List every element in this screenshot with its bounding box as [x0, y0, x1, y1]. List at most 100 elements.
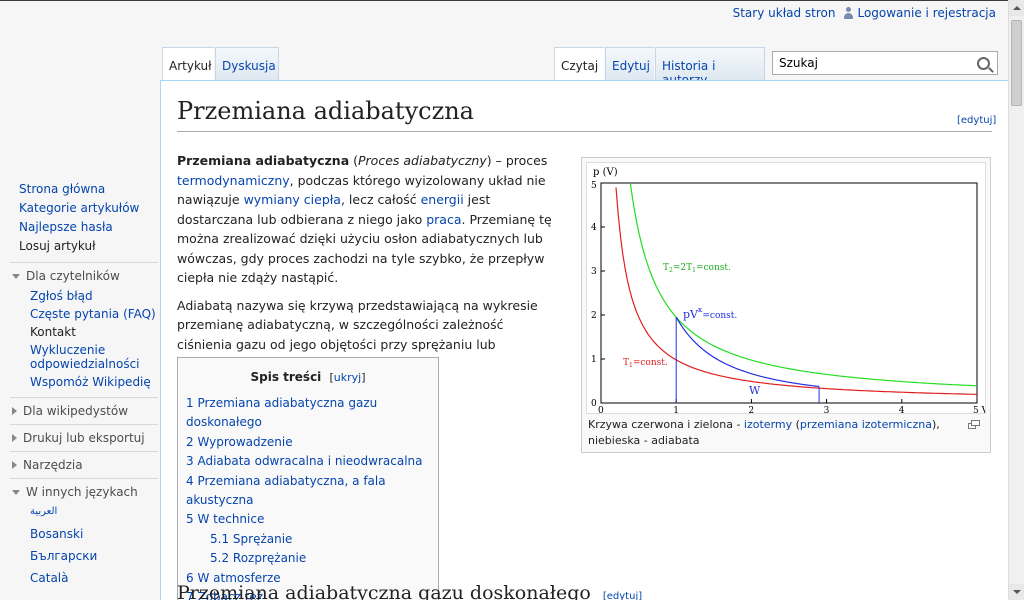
toc-toggle-link[interactable]: ukryj	[334, 371, 361, 384]
x-ticks: 0 1 2 3 4 5 V	[598, 399, 989, 416]
login-link[interactable]: Logowanie i rejestracja	[857, 6, 996, 20]
link-work[interactable]: praca	[426, 212, 461, 227]
vertical-scrollbar[interactable]	[1008, 0, 1024, 600]
sidebar-item-random[interactable]: Losuj artykuł	[0, 237, 158, 256]
collapse-icon	[12, 434, 17, 442]
portal-print: Drukuj lub eksportuj	[10, 424, 158, 445]
login-group: Logowanie i rejestracja	[843, 6, 996, 20]
tab-article-label: Artykuł	[169, 59, 212, 73]
portal-tools: Narzędzia	[10, 451, 158, 472]
toc-item: 5.2 Rozprężanie	[186, 549, 430, 568]
caption-text: Krzywa czerwona i zielona -	[588, 418, 744, 431]
x-tick-label: 4	[899, 406, 905, 413]
tab-discussion[interactable]: Dyskusja	[215, 47, 279, 80]
sidebar-navigation: Strona główna Kategorie artykułów Najlep…	[0, 180, 158, 256]
tab-history[interactable]: Historia i autorzy	[655, 47, 765, 87]
toc-item: 4 Przemiana adiabatyczna, a fala akustyc…	[186, 472, 430, 511]
link-isothermal-process[interactable]: przemiana izotermiczna	[800, 418, 932, 431]
sidebar-item-main-page[interactable]: Strona główna	[0, 180, 158, 199]
lead-paragraph-1: Przemiana adiabatyczna (Proces adiabatyc…	[177, 151, 552, 288]
tab-article[interactable]: Artykuł	[162, 47, 214, 80]
label-isotherm-t2: T2=2T1=const.	[663, 263, 731, 274]
toc-item: 5.1 Sprężanie	[186, 530, 430, 549]
magnify-icon[interactable]	[968, 420, 980, 429]
toc-header: Spis treści [ukryj]	[186, 370, 430, 384]
x-tick-label: 5 V	[973, 406, 985, 413]
tab-edit-label: Edytuj	[612, 59, 650, 73]
portal-wikipedians-title: Dla wikipedystów	[23, 404, 129, 418]
toc-title: Spis treści	[250, 370, 322, 384]
isotherm-t2-curve	[629, 182, 978, 387]
sidebar-item-best-articles[interactable]: Najlepsze hasła	[0, 218, 158, 237]
toc-link[interactable]: 5.1 Sprężanie	[210, 532, 292, 546]
lang-link-bs[interactable]: Bosanski	[10, 525, 158, 543]
tab-edit[interactable]: Edytuj	[605, 47, 654, 80]
toc-link[interactable]: 5.2 Rozprężanie	[210, 551, 306, 565]
sidebar-item-donate[interactable]: Wspomóż Wikipedię	[10, 373, 158, 391]
label-part: pV	[683, 308, 699, 321]
sidebar-item-disclaimer[interactable]: Wykluczenie odpowiedzialności	[10, 341, 158, 373]
toc-link[interactable]: 3 Adiabata odwracalna i nieodwracalna	[186, 454, 423, 468]
y-axis-label: p (V)	[593, 167, 618, 178]
search-input[interactable]	[773, 52, 975, 74]
table-of-contents: Spis treści [ukryj] 1 Przemiana adiabaty…	[177, 357, 439, 600]
lang-link-bg[interactable]: Български	[10, 547, 158, 565]
portal-tools-heading[interactable]: Narzędzia	[10, 458, 158, 472]
toc-link[interactable]: 4 Przemiana adiabatyczna, a fala akustyc…	[186, 474, 386, 507]
y-tick-label: 1	[591, 355, 597, 365]
lang-link-ar[interactable]: العربية	[10, 503, 158, 521]
label-part: =2T	[673, 263, 692, 273]
section-edit-link[interactable]: [edytuj]	[603, 591, 642, 600]
portal-languages-heading[interactable]: W innych językach	[10, 485, 158, 499]
pv-diagram: p (V) 0 1 2 3 4 5 0 1 2 3 4 5 V T2=2T1=const. T1=c…	[591, 167, 989, 416]
scroll-thumb[interactable]	[1011, 20, 1022, 106]
lang-link-ca[interactable]: Català	[10, 569, 158, 587]
portal-wikipedians: Dla wikipedystów	[10, 397, 158, 418]
figure-caption: Krzywa czerwona i zielona - izotermy (pr…	[588, 417, 960, 449]
scroll-down-button[interactable]	[1009, 584, 1024, 600]
toc-item: 5 W technice	[186, 510, 430, 529]
sidebar: Strona główna Kategorie artykułów Najlep…	[0, 180, 158, 587]
link-energy[interactable]: energii	[421, 192, 464, 207]
y-tick-label: 2	[591, 311, 597, 321]
y-ticks: 0 1 2 3 4 5	[591, 181, 605, 409]
sidebar-item-contact[interactable]: Kontakt	[10, 323, 158, 341]
portal-print-heading[interactable]: Drukuj lub eksportuj	[10, 431, 158, 445]
toc-link[interactable]: 1 Przemiana adiabatyczna gazu doskonałeg…	[186, 396, 377, 429]
search-box	[772, 51, 998, 75]
sidebar-item-faq[interactable]: Częste pytania (FAQ)	[10, 305, 158, 323]
personal-tools: Stary układ stron Logowanie i rejestracj…	[733, 6, 996, 20]
section-heading: Przemiana adiabatyczna gazu doskonałego …	[177, 582, 642, 600]
x-tick-label: 0	[598, 406, 604, 413]
expand-icon	[12, 273, 20, 279]
link-isotherms[interactable]: izotermy	[744, 418, 792, 431]
user-icon	[843, 7, 854, 19]
section-heading-text: Przemiana adiabatyczna gazu doskonałego	[177, 582, 591, 600]
portal-readers-title: Dla czytelników	[26, 269, 120, 283]
toc-item: 2 Wyprowadzenie	[186, 433, 430, 452]
toc-link[interactable]: 5 W technice	[186, 512, 264, 526]
toc-item: 3 Adiabata odwracalna i nieodwracalna	[186, 452, 430, 471]
link-thermodynamic[interactable]: termodynamiczny	[177, 173, 290, 188]
lead-text: (	[349, 153, 358, 168]
toc-link[interactable]: 2 Wyprowadzenie	[186, 435, 293, 449]
search-icon[interactable]	[977, 57, 990, 70]
y-tick-label: 4	[591, 223, 597, 233]
figure-image[interactable]: p (V) 0 1 2 3 4 5 0 1 2 3 4 5 V T2=2T1=const. T1=c…	[586, 162, 989, 416]
link-heat-exchange[interactable]: wymiany ciepła	[244, 192, 341, 207]
content-area: Przemiana adiabatyczna [edytuj] Przemian…	[160, 80, 1008, 600]
old-look-link[interactable]: Stary układ stron	[733, 6, 836, 20]
portal-readers-heading[interactable]: Dla czytelników	[10, 269, 158, 283]
title-edit-link[interactable]: [edytuj]	[957, 115, 996, 126]
figure-thumbnail: p (V) 0 1 2 3 4 5 0 1 2 3 4 5 V T2=2T1=const. T1=c…	[581, 157, 991, 453]
toc-toggle-bracket: ]	[361, 371, 366, 384]
scroll-up-button[interactable]	[1009, 0, 1024, 16]
isotherm-t1-curve	[615, 187, 978, 395]
x-tick-label: 1	[673, 406, 679, 413]
x-tick-label: 2	[748, 406, 754, 413]
sidebar-item-categories[interactable]: Kategorie artykułów	[0, 199, 158, 218]
sidebar-item-report-error[interactable]: Zgłoś błąd	[10, 287, 158, 305]
plot-frame	[600, 182, 978, 404]
portal-wikipedians-heading[interactable]: Dla wikipedystów	[10, 404, 158, 418]
tab-read[interactable]: Czytaj	[554, 47, 604, 80]
